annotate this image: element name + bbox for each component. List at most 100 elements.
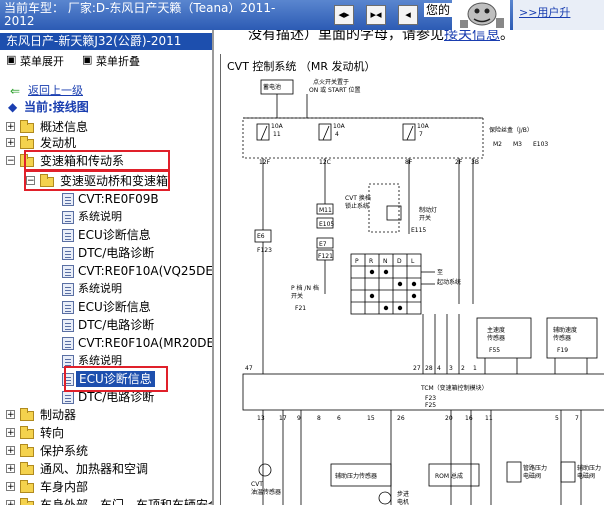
tree-item-label: ECU诊断信息 — [78, 228, 151, 242]
p-n-switch-label-1: P 档 /N 档 — [291, 284, 319, 292]
expand-icon[interactable]: + — [6, 464, 15, 474]
pos-l: L — [411, 258, 415, 265]
document-icon — [62, 391, 74, 404]
pin-5: 5 — [555, 415, 559, 422]
pos-p: P — [355, 258, 359, 265]
tree-item[interactable]: + 保护系统 — [0, 442, 212, 460]
highlight-box — [64, 366, 168, 392]
pin-8f: 8F — [405, 159, 413, 166]
document-icon — [62, 283, 74, 296]
expand-icon[interactable]: + — [6, 446, 15, 456]
tree-item-label: DTC/电路诊断 — [78, 246, 155, 260]
ignition-label-1: 点火开关置于 — [313, 78, 349, 86]
expand-icon[interactable]: + — [6, 482, 15, 492]
tree-item[interactable]: 系统说明 — [0, 280, 212, 298]
collapse-icon[interactable]: − — [6, 156, 15, 166]
pin-20: 20 — [445, 415, 453, 422]
expand-icon[interactable]: + — [6, 138, 15, 148]
tree-item[interactable]: + 制动器 — [0, 406, 212, 424]
tree-item[interactable]: + 车身内部 — [0, 478, 212, 496]
connector-f121: F121 — [318, 253, 333, 260]
tree-item-label: 通风、加热器和空调 — [40, 462, 149, 476]
expand-frame-button[interactable]: ▸◂ — [366, 5, 386, 25]
pin-2f: 2F — [455, 159, 463, 166]
ignition-label-2: ON 或 START 位置 — [309, 86, 360, 94]
connector-e6: E6 — [257, 233, 265, 240]
cvt-fluid-label-1: CVT — [251, 481, 263, 488]
pin-3b: 3B — [471, 159, 479, 166]
pin-12f: 12F — [259, 159, 271, 166]
highlight-box — [24, 169, 170, 191]
folder-icon — [20, 136, 34, 149]
collapse-menu-button[interactable]: 菜单折叠 — [96, 53, 140, 69]
tree-item-label: 系统说明 — [78, 210, 122, 223]
wiring-diagram: CVT 控制系统 （MR 发动机） 蓄电池 点火开关置于 ON 或 START … — [220, 54, 604, 505]
battery-label: 蓄电池 — [263, 83, 281, 91]
note-text-end: 。 — [500, 30, 514, 43]
user-center-link[interactable]: >>用户升 — [519, 4, 570, 20]
tree-item[interactable]: + 车身外部、车门、车顶和车辆安全 — [0, 496, 212, 505]
tree-item[interactable]: ECU诊断信息 — [0, 226, 212, 244]
connector-e105: E105 — [319, 221, 334, 228]
expand-icon[interactable]: + — [6, 122, 15, 132]
expand-icon[interactable]: + — [6, 428, 15, 438]
connector-f19: F19 — [557, 347, 568, 354]
tree-item[interactable]: CVT:RE0F09B — [0, 190, 212, 208]
document-icon — [62, 229, 74, 242]
starter-label: 起动系统 — [437, 278, 461, 286]
expand-menu-button[interactable]: 菜单展开 — [20, 53, 64, 69]
pin-17: 17 — [279, 415, 287, 422]
tree-item-label: 系统说明 — [78, 282, 122, 295]
document-icon — [62, 265, 74, 278]
pin-28: 28 — [425, 365, 433, 372]
secondary-sensor-label-2: 传感器 — [553, 334, 571, 342]
document-icon — [62, 301, 74, 314]
to-label: 至 — [437, 269, 443, 276]
fuse2-rating: 10A — [333, 123, 346, 130]
back-button[interactable]: ◂ — [398, 5, 418, 25]
tree-item[interactable]: + 转向 — [0, 424, 212, 442]
document-icon — [62, 319, 74, 332]
tree-item[interactable]: CVT:RE0F10A(MR20DE) — [0, 334, 212, 352]
prev-button[interactable]: ◂▸ — [334, 5, 354, 25]
cvt-shift-label-1: CVT 换档 — [345, 194, 371, 202]
primary-sensor-label-2: 传感器 — [487, 334, 505, 342]
folder-icon — [20, 426, 34, 439]
pin-1: 1 — [473, 365, 477, 372]
connector-e7: E7 — [319, 241, 327, 248]
tree-item[interactable]: ECU诊断信息 — [0, 298, 212, 316]
document-icon — [62, 337, 74, 350]
tree-item-label: CVT:RE0F09B — [78, 192, 159, 206]
tree-item[interactable]: DTC/电路诊断 — [0, 244, 212, 262]
current-node-label: 当前:接线图 — [24, 100, 89, 114]
folder-icon — [20, 462, 34, 475]
folder-icon — [20, 408, 34, 421]
expand-icon[interactable]: + — [6, 500, 15, 505]
pos-r: R — [369, 258, 373, 265]
reference-note: 没有描述）里面的字母，请参见接关信息。 — [248, 30, 514, 44]
document-icon — [62, 211, 74, 224]
tree-item[interactable]: CVT:RE0F10A(VQ25DE) — [0, 262, 212, 280]
current-model-title: 当前车型： 厂家:D-东风日产天籁（Teana）2011-2012 — [4, 2, 276, 28]
pin-7: 7 — [575, 415, 579, 422]
diagram-title: CVT 控制系统 （MR 发动机） — [227, 59, 376, 73]
tree-item[interactable]: + 通风、加热器和空调 — [0, 460, 212, 478]
tree-item[interactable]: DTC/电路诊断 — [0, 316, 212, 334]
fuse3-rating: 10A — [417, 123, 430, 130]
collapse-menu-icon[interactable]: ▣ — [82, 53, 92, 66]
tree-item-label: CVT:RE0F10A(VQ25DE) — [78, 264, 214, 278]
expand-icon[interactable]: + — [6, 410, 15, 420]
connector-info-link[interactable]: 接关信息 — [444, 30, 500, 43]
brake-switch-label-1: 制动灯 — [419, 206, 437, 214]
folder-icon — [20, 498, 34, 505]
pin-2: 2 — [461, 365, 465, 372]
brake-switch-label-2: 开关 — [419, 214, 431, 222]
left-nav-panel: 东风日产-新天籁J32(公爵)-2011 ▣ 菜单展开 ▣ 菜单折叠 ⇐ 返回上… — [0, 30, 214, 505]
expand-menu-icon[interactable]: ▣ — [6, 53, 16, 66]
connector-e103: E103 — [533, 141, 548, 148]
aux-pressure-label: 辅助压力传感器 — [335, 472, 377, 480]
tree-item[interactable]: 系统说明 — [0, 208, 212, 226]
connector-e115: E115 — [411, 227, 426, 234]
pin-26: 26 — [397, 415, 405, 422]
connector-f25: F25 — [425, 402, 436, 409]
